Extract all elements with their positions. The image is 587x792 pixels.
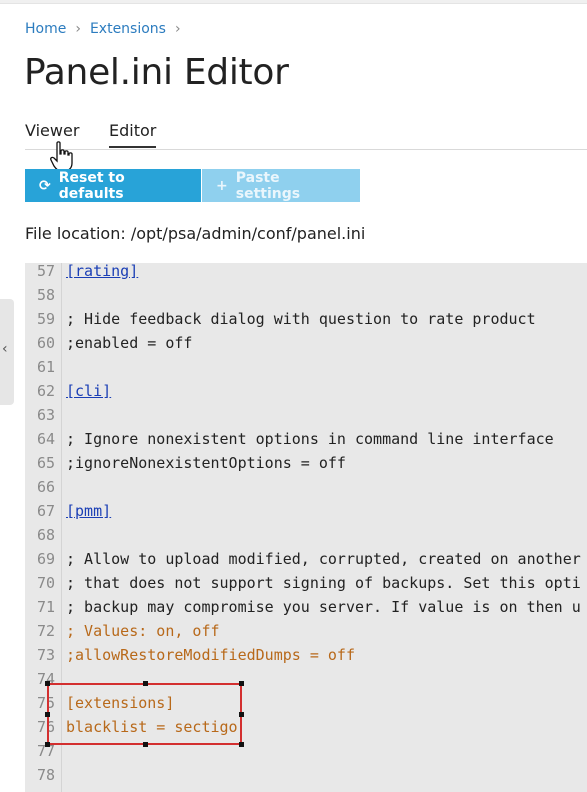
line-number: 68 (36, 526, 55, 544)
chevron-left-icon: ‹ (2, 341, 8, 357)
code-text: [rating] (66, 263, 139, 280)
code-text: ;enabled = off (66, 334, 193, 352)
resize-handle[interactable] (239, 712, 244, 717)
code-text: ; Allow to upload modified, corrupted, c… (66, 550, 581, 568)
code-line[interactable]: 71 ; backup may compromise you server. If… (25, 595, 587, 619)
line-number: 64 (36, 430, 55, 448)
reset-to-defaults-button[interactable]: ⟳ Reset to defaults (25, 169, 201, 202)
chevron-right-icon: › (174, 21, 181, 37)
line-number: 70 (36, 574, 55, 592)
resize-handle[interactable] (239, 681, 244, 686)
code-line[interactable]: 59 ; Hide feedback dialog with question t… (25, 307, 587, 331)
line-number: 57 (36, 263, 55, 280)
code-line[interactable]: 62 [cli] (25, 379, 587, 403)
line-number: 71 (36, 598, 55, 616)
code-line[interactable]: 64 ; Ignore nonexistent options in comman… (25, 427, 587, 451)
resize-handle[interactable] (239, 742, 244, 747)
code-text: ; backup may compromise you server. If v… (66, 598, 581, 616)
resize-handle[interactable] (45, 681, 50, 686)
code-text: ; Values: on, off (66, 622, 220, 640)
code-text: [cli] (66, 382, 112, 400)
code-line[interactable]: 78 (25, 763, 587, 787)
line-number: 69 (36, 550, 55, 568)
code-line[interactable]: 68 (25, 523, 587, 547)
code-line[interactable]: 67 [pmm] (25, 499, 587, 523)
code-line[interactable]: 60 ;enabled = off (25, 331, 587, 355)
top-rule (0, 0, 587, 4)
resize-handle[interactable] (45, 742, 50, 747)
resize-handle[interactable] (143, 742, 148, 747)
line-number: 72 (36, 622, 55, 640)
line-number: 66 (36, 478, 55, 496)
code-text: [pmm] (66, 502, 112, 520)
tab-bar: Viewer Editor (25, 121, 587, 150)
selection-highlight-box (45, 681, 244, 747)
line-number: 73 (36, 646, 55, 664)
line-number: 61 (36, 358, 55, 376)
page-title: Panel.ini Editor (24, 52, 289, 93)
breadcrumb-extensions-link[interactable]: Extensions (90, 21, 166, 37)
paste-button-label: Paste settings (235, 169, 301, 202)
line-number: 65 (36, 454, 55, 472)
resize-handle[interactable] (143, 681, 148, 686)
code-text: ; that does not support signing of backu… (66, 574, 581, 592)
code-line[interactable]: 58 (25, 283, 587, 307)
code-line[interactable]: 69 ; Allow to upload modified, corrupted,… (25, 547, 587, 571)
resize-handle[interactable] (45, 712, 50, 717)
line-number: 67 (36, 502, 55, 520)
code-line[interactable]: 66 (25, 475, 587, 499)
line-number: 63 (36, 406, 55, 424)
breadcrumb: Home › Extensions › (25, 21, 190, 37)
code-line[interactable]: 70 ; that does not support signing of bac… (25, 571, 587, 595)
chevron-right-icon: › (75, 21, 81, 37)
sidebar-collapse-handle[interactable]: ‹ (0, 299, 14, 405)
line-number: 62 (36, 382, 55, 400)
paste-settings-button[interactable]: + Paste settings (202, 169, 360, 202)
toolbar: ⟳ Reset to defaults + Paste settings (25, 169, 360, 202)
line-number: 78 (36, 766, 55, 784)
code-line[interactable]: 73 ;allowRestoreModifiedDumps = off (25, 643, 587, 667)
code-line[interactable]: 57 [rating] (25, 263, 587, 283)
code-line[interactable]: 65 ;ignoreNonexistentOptions = off (25, 451, 587, 475)
file-location: File location: /opt/psa/admin/conf/panel… (25, 224, 366, 243)
reset-button-label: Reset to defaults (58, 169, 125, 202)
line-number: 59 (36, 310, 55, 328)
code-line[interactable]: 72 ; Values: on, off (25, 619, 587, 643)
tab-editor[interactable]: Editor (109, 121, 157, 148)
code-line[interactable]: 63 (25, 403, 587, 427)
plus-icon: + (216, 177, 228, 194)
breadcrumb-home-link[interactable]: Home (25, 21, 66, 37)
refresh-icon: ⟳ (39, 177, 51, 194)
code-text: ; Ignore nonexistent options in command … (66, 430, 554, 448)
code-line[interactable]: 61 (25, 355, 587, 379)
code-text: ;ignoreNonexistentOptions = off (66, 454, 346, 472)
code-text: ;allowRestoreModifiedDumps = off (66, 646, 355, 664)
line-number: 60 (36, 334, 55, 352)
code-text: ; Hide feedback dialog with question to … (66, 310, 536, 328)
line-number: 58 (36, 286, 55, 304)
